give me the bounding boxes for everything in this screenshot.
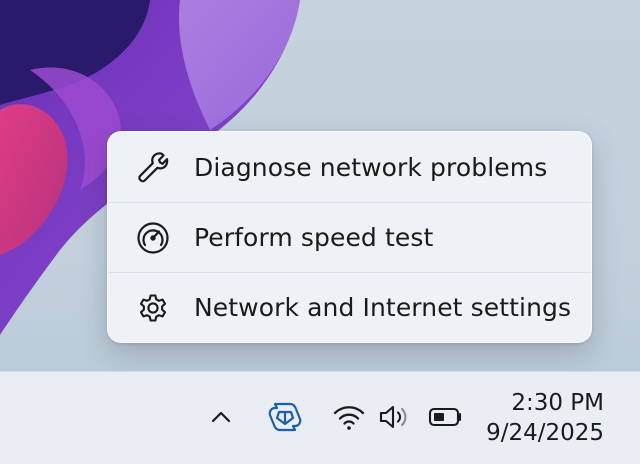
wrench-icon xyxy=(136,150,170,184)
clock-time: 2:30 PM xyxy=(511,390,604,416)
volume-icon[interactable] xyxy=(378,402,414,432)
copilot-icon[interactable] xyxy=(266,399,304,435)
menu-item-label: Perform speed test xyxy=(194,223,434,252)
desktop: Diagnose network problems Perform speed … xyxy=(0,0,640,464)
speedometer-icon xyxy=(136,221,170,255)
gear-icon xyxy=(136,291,170,325)
menu-item-label: Diagnose network problems xyxy=(194,152,548,182)
menu-item-network-and-internet-settings[interactable]: Network and Internet settings xyxy=(108,272,591,342)
chevron-up-icon[interactable] xyxy=(208,404,234,430)
battery-icon[interactable] xyxy=(427,404,465,430)
clock-date: 9/24/2025 xyxy=(486,420,604,446)
wifi-icon[interactable] xyxy=(332,402,366,432)
menu-item-perform-speed-test[interactable]: Perform speed test xyxy=(108,202,591,272)
system-clock[interactable]: 2:30 PM 9/24/2025 xyxy=(486,388,604,448)
menu-item-diagnose-network-problems[interactable]: Diagnose network problems xyxy=(108,132,591,202)
network-context-menu: Diagnose network problems Perform speed … xyxy=(107,131,592,343)
menu-item-label: Network and Internet settings xyxy=(194,293,572,322)
